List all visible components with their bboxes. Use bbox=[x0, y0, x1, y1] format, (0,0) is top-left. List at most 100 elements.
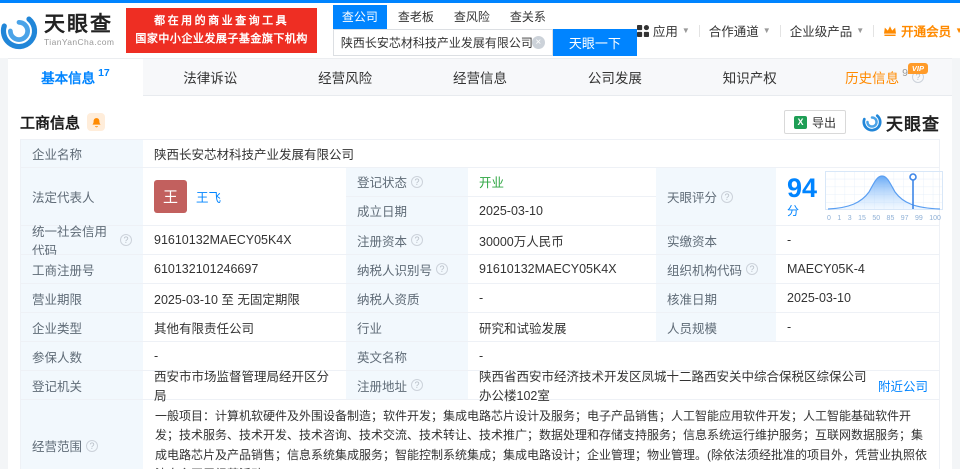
basic-info-content: 工商信息 X 导出 天眼查 企业名称 陕西长安芯材科技产业发展有限公司 法定代表… bbox=[8, 96, 952, 469]
establish-date-value: 2025-03-10 bbox=[479, 203, 543, 218]
field-label: 行业 bbox=[346, 313, 468, 341]
company-type-value: 其他有限责任公司 bbox=[154, 321, 255, 336]
business-info-table: 企业名称 陕西长安芯材科技产业发展有限公司 法定代表人 王 王飞 登记状态? 开… bbox=[20, 139, 944, 469]
nav-partner-label: 合作通道 bbox=[708, 25, 759, 39]
field-label: 企业名称 bbox=[21, 140, 143, 167]
watermark-text: 天眼查 bbox=[886, 114, 940, 134]
reg-capital-value: 30000万人民币 bbox=[479, 234, 564, 249]
tab-company-development[interactable]: 公司发展 bbox=[547, 59, 682, 95]
nearby-companies-link[interactable]: 附近公司 bbox=[878, 376, 928, 395]
score-axis-labels: 0 1 3 15 50 85 97 99 100 bbox=[827, 215, 941, 222]
approval-date-value: 2025-03-10 bbox=[787, 291, 851, 305]
help-icon[interactable]: ? bbox=[411, 379, 424, 391]
tianyan-score-cell: 94分 0 1 3 15 50 85 97 99 100 bbox=[776, 168, 944, 225]
table-row: 统一社会信用代码? 91610132MAECY05K4X 注册资本? 30000… bbox=[21, 225, 939, 258]
table-row: 工商注册号 610132101246697 纳税人识别号? 91610132MA… bbox=[21, 255, 939, 284]
tab-label: 历史信息 bbox=[845, 71, 900, 86]
tab-legal-litigation[interactable]: 法律诉讼 bbox=[143, 59, 278, 95]
field-label: 统一社会信用代码? bbox=[21, 225, 143, 258]
tab-label: 基本信息 bbox=[41, 71, 96, 86]
field-label: 营业期限 bbox=[21, 284, 143, 312]
search-tab-risk[interactable]: 查风险 bbox=[445, 5, 499, 29]
nav-apps[interactable]: 应用 ▼ bbox=[636, 21, 690, 40]
tab-label: 经营风险 bbox=[318, 71, 373, 86]
nav-enterprise-products[interactable]: 企业级产品 ▼ bbox=[790, 21, 864, 40]
field-label: 人员规模 bbox=[656, 313, 776, 341]
tab-operation-risk[interactable]: 经营风险 bbox=[278, 59, 413, 95]
help-icon[interactable]: ? bbox=[411, 234, 424, 246]
score-unit: 分 bbox=[787, 203, 800, 218]
promo-banner: 都在用的商业查询工具 国家中小企业发展子基金旗下机构 bbox=[126, 8, 317, 53]
help-icon[interactable]: ? bbox=[436, 263, 449, 275]
chevron-down-icon: ▼ bbox=[762, 26, 771, 35]
paid-capital-value: - bbox=[787, 233, 792, 247]
company-name-value: 陕西长安芯材科技产业发展有限公司 bbox=[154, 148, 355, 162]
search-tab-relation[interactable]: 查关系 bbox=[501, 5, 555, 29]
tab-history-info[interactable]: VIP 历史信息 9 ? bbox=[817, 59, 952, 95]
score-value: 94 bbox=[787, 172, 818, 203]
search-tab-company[interactable]: 查公司 bbox=[332, 5, 387, 29]
promo-line-2: 国家中小企业发展子基金旗下机构 bbox=[135, 32, 308, 45]
help-icon[interactable]: ? bbox=[120, 234, 132, 246]
page-tabbar: 基本信息 17 法律诉讼 经营风险 经营信息 公司发展 知识产权 VIP 历史信… bbox=[8, 58, 952, 96]
nav-divider bbox=[698, 24, 700, 37]
search-tab-boss[interactable]: 查老板 bbox=[389, 5, 443, 29]
reg-authority-value: 西安市市场监督管理局经开区分局 bbox=[154, 370, 330, 403]
reg-address-cell: 陕西省西安市经济技术开发区凤城十二路西安关中综合保税区综保公司办公楼102室 附… bbox=[468, 370, 939, 403]
help-icon[interactable]: ? bbox=[411, 175, 424, 188]
logo-swirl-icon bbox=[0, 12, 38, 49]
field-label: 成立日期 bbox=[346, 196, 468, 225]
tab-count: 17 bbox=[98, 67, 110, 79]
logo-swirl-icon bbox=[862, 112, 882, 132]
table-row: 营业期限 2025-03-10 至 无固定期限 纳税人资质 - 核准日期 202… bbox=[21, 284, 939, 313]
help-icon[interactable]: ? bbox=[721, 190, 734, 203]
clear-icon[interactable]: × bbox=[531, 36, 545, 49]
nav-partner-channel[interactable]: 合作通道 ▼ bbox=[709, 21, 771, 40]
field-label: 核准日期 bbox=[656, 284, 776, 312]
field-label: 实缴资本 bbox=[656, 226, 776, 254]
tab-label: 公司发展 bbox=[587, 71, 642, 86]
nav-vip-label: 开通会员 bbox=[901, 25, 952, 39]
nav-divider bbox=[779, 24, 781, 37]
table-row: 登记机关 西安市市场监督管理局经开区分局 注册地址? 陕西省西安市经济技术开发区… bbox=[21, 370, 939, 403]
legal-rep-link[interactable]: 王飞 bbox=[196, 187, 221, 206]
reg-status-value: 开业 bbox=[479, 176, 505, 191]
field-label: 英文名称 bbox=[346, 342, 468, 370]
search-query-text: 陕西长安芯材科技产业发展有限公司 bbox=[340, 36, 532, 50]
reg-number-value: 610132101246697 bbox=[154, 262, 259, 276]
vip-badge: VIP bbox=[907, 63, 929, 74]
promo-line-1: 都在用的商业查询工具 bbox=[154, 15, 290, 28]
taxpayer-id-value: 91610132MAECY05K4X bbox=[479, 262, 617, 276]
help-icon[interactable]: ? bbox=[746, 263, 759, 275]
tab-count: 9 bbox=[902, 67, 908, 79]
nav-divider bbox=[873, 24, 875, 37]
tab-label: 知识产权 bbox=[722, 71, 777, 86]
tab-label: 法律诉讼 bbox=[183, 71, 238, 86]
logo-text: 天眼查 TianYanCha.com bbox=[44, 13, 114, 47]
site-header: 天眼查 TianYanCha.com 都在用的商业查询工具 国家中小企业发展子基… bbox=[0, 3, 960, 58]
tab-intellectual-property[interactable]: 知识产权 bbox=[682, 59, 817, 95]
tab-operation-info[interactable]: 经营信息 bbox=[413, 59, 548, 95]
field-label: 登记状态? bbox=[346, 168, 468, 196]
export-button[interactable]: X 导出 bbox=[783, 110, 846, 134]
nav-open-vip[interactable]: 开通会员 ▼ bbox=[883, 21, 960, 40]
subscribe-alert-icon[interactable] bbox=[87, 113, 106, 131]
search-button[interactable]: 天眼一下 bbox=[552, 29, 637, 56]
brand-name: 天眼查 bbox=[44, 13, 113, 37]
section-header: 工商信息 X 导出 天眼查 bbox=[20, 105, 940, 139]
top-nav: 应用 ▼ 合作通道 ▼ 企业级产品 ▼ 开通会员 ▼ bbox=[636, 21, 960, 40]
tianyancha-logo[interactable]: 天眼查 TianYanCha.com bbox=[0, 12, 114, 50]
org-code-value: MAECY05K-4 bbox=[787, 262, 865, 276]
search-input[interactable]: 陕西长安芯材科技产业发展有限公司 × bbox=[332, 29, 553, 56]
tab-basic-info[interactable]: 基本信息 17 bbox=[8, 59, 143, 96]
avatar[interactable]: 王 bbox=[154, 180, 187, 213]
reg-address-value: 陕西省西安市经济技术开发区凤城十二路西安关中综合保税区综保公司办公楼102室 bbox=[479, 370, 867, 403]
field-label: 法定代表人 bbox=[21, 168, 143, 225]
field-label: 登记机关 bbox=[21, 371, 143, 399]
crown-icon bbox=[884, 25, 897, 36]
field-label: 注册地址? bbox=[346, 371, 468, 399]
table-row: 经营范围? 一般项目：计算机软硬件及外围设备制造；软件开发；集成电路芯片设计及服… bbox=[21, 400, 939, 469]
table-row: 法定代表人 王 王飞 登记状态? 开业 成立日期 2025-03-10 天眼评分… bbox=[21, 168, 944, 226]
help-icon[interactable]: ? bbox=[86, 439, 99, 452]
table-row: 企业名称 陕西长安芯材科技产业发展有限公司 bbox=[21, 140, 939, 168]
